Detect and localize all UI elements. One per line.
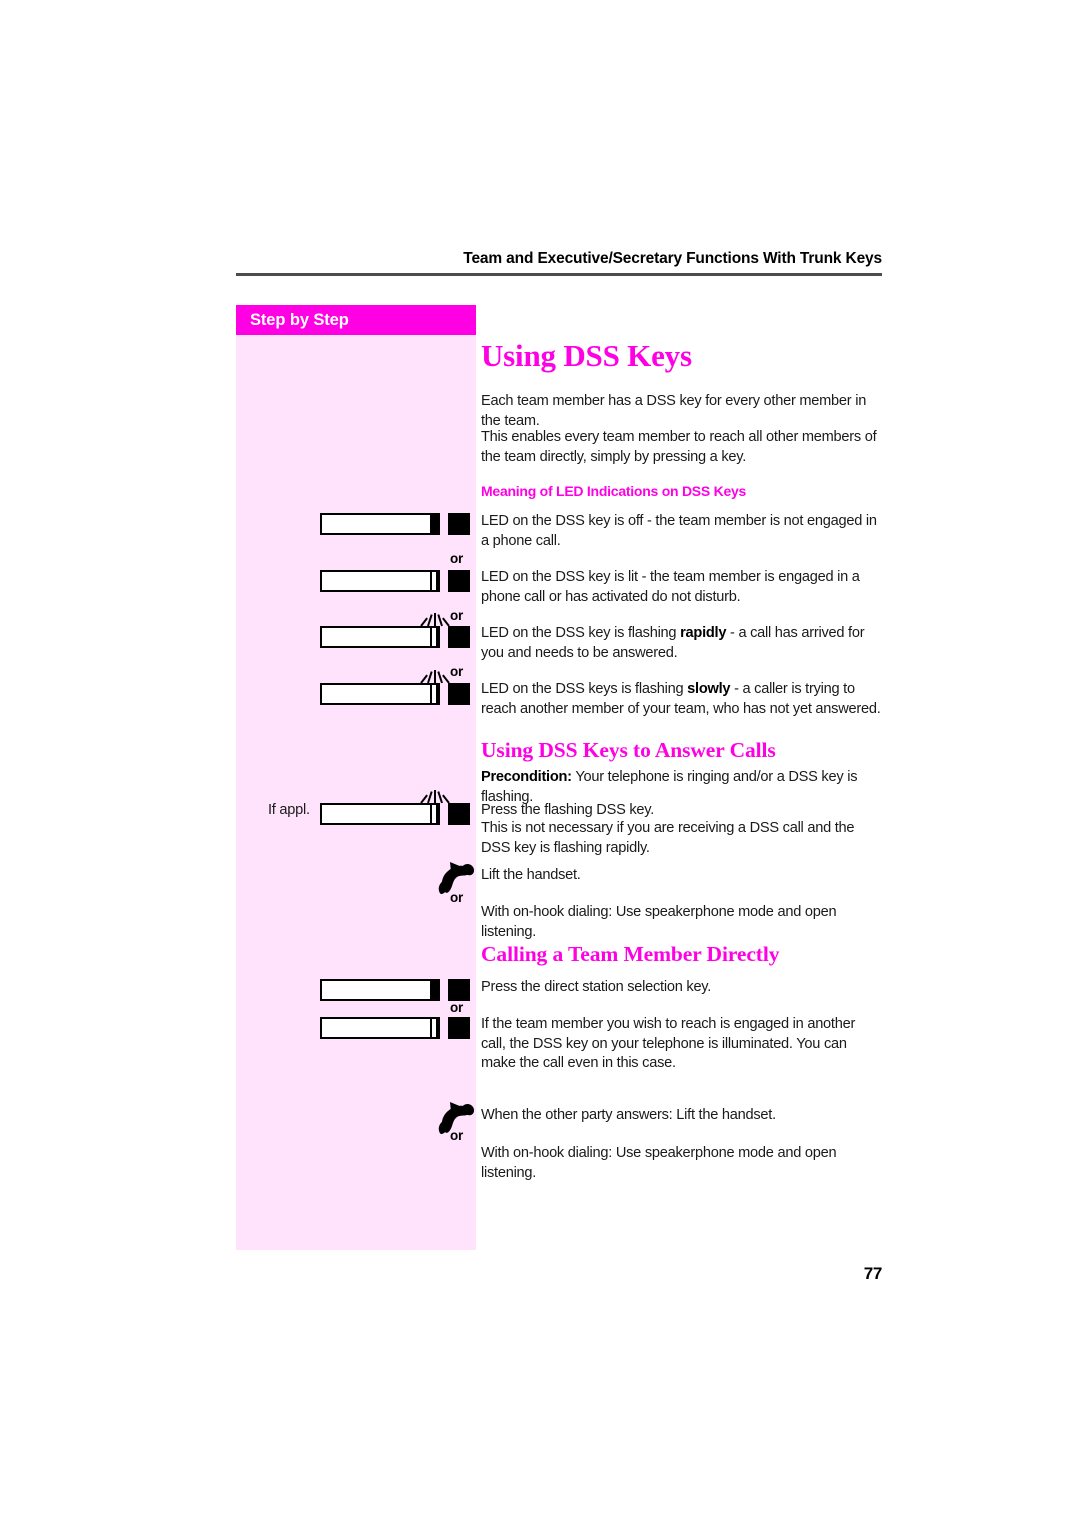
led-indications-subheading: Meaning of LED Indications on DSS Keys bbox=[481, 483, 747, 499]
led-row-4-text-before: LED on the DSS keys is flashing bbox=[481, 681, 688, 697]
key-label-block bbox=[448, 570, 470, 592]
led-row-text-1: LED on the DSS key is off - the team mem… bbox=[481, 512, 879, 551]
led-row-4-emphasis: slowly bbox=[687, 681, 731, 697]
led-row-3-text-before: LED on the DSS key is flashing bbox=[481, 625, 681, 641]
on-hook-dialing-text-2: With on-hook dialing: Use speakerphone m… bbox=[481, 1145, 837, 1181]
page-number: 77 bbox=[863, 1264, 883, 1283]
dss-key-icon-led-flashing-slow bbox=[320, 670, 470, 705]
key-label-block bbox=[448, 513, 470, 535]
key-label-block bbox=[448, 683, 470, 705]
header-divider-rule bbox=[236, 273, 882, 276]
dss-key-icon-flashing-answer bbox=[320, 790, 470, 825]
or-connector-1: or bbox=[450, 551, 464, 566]
intro-paragraph-1: Each team member has a DSS key for every… bbox=[481, 393, 867, 429]
lift-handset-text: Lift the handset. bbox=[481, 867, 581, 883]
flash-sparkle-icon bbox=[418, 610, 452, 627]
key-body bbox=[320, 626, 440, 648]
on-hook-dialing-text-1: With on-hook dialing: Use speakerphone m… bbox=[481, 904, 837, 940]
led-row-2-text: LED on the DSS key is lit - the team mem… bbox=[481, 569, 860, 605]
key-body bbox=[320, 803, 440, 825]
press-direct-station-text: Press the direct station selection key. bbox=[481, 979, 712, 995]
other-party-answers-text: When the other party answers: Lift the h… bbox=[481, 1107, 776, 1123]
flash-sparkle-icon bbox=[418, 667, 452, 684]
key-body bbox=[320, 979, 440, 1001]
flash-sparkle-icon bbox=[418, 787, 452, 804]
if-applicable-label: If appl. bbox=[268, 802, 310, 818]
engaged-in-another-call-text: If the team member you wish to reach is … bbox=[481, 1016, 856, 1071]
key-label-block bbox=[448, 979, 470, 1001]
precondition-label: Precondition: bbox=[481, 769, 572, 785]
led-indicator bbox=[430, 572, 438, 590]
led-row-text-2: LED on the DSS key is lit - the team mem… bbox=[481, 568, 881, 607]
led-indicator bbox=[430, 628, 438, 646]
dss-key-icon-led-flashing-rapid bbox=[320, 613, 470, 648]
key-body bbox=[320, 570, 440, 592]
running-header: Team and Executive/Secretary Functions W… bbox=[236, 250, 882, 276]
running-header-title: Team and Executive/Secretary Functions W… bbox=[463, 250, 882, 267]
section-title-calling-team-member: Calling a Team Member Directly bbox=[481, 942, 780, 966]
led-indicator bbox=[430, 805, 438, 823]
dss-key-icon-led-off bbox=[320, 509, 470, 535]
key-body bbox=[320, 683, 440, 705]
page-title: Using DSS Keys bbox=[481, 338, 692, 373]
led-row-3-emphasis: rapidly bbox=[680, 625, 727, 641]
or-connector-4: or bbox=[450, 890, 464, 905]
key-body bbox=[320, 1017, 440, 1039]
led-row-1-text: LED on the DSS key is off - the team mem… bbox=[481, 513, 877, 549]
dss-key-icon-direct-station-lit bbox=[320, 1013, 470, 1039]
document-page: Team and Executive/Secretary Functions W… bbox=[0, 0, 1080, 1528]
press-flashing-dss-text: Press the flashing DSS key. bbox=[481, 802, 655, 818]
dss-key-icon-led-lit bbox=[320, 566, 470, 592]
led-indicator bbox=[430, 1019, 438, 1037]
press-flashing-dss-note: This is not necessary if you are receivi… bbox=[481, 820, 855, 856]
led-indicator bbox=[430, 685, 438, 703]
key-body bbox=[320, 513, 440, 535]
dss-key-icon-direct-station bbox=[320, 975, 470, 1001]
led-indicator bbox=[430, 981, 438, 999]
sidebar-header-label: Step by Step bbox=[250, 311, 349, 329]
key-label-block bbox=[448, 803, 470, 825]
led-indicator bbox=[430, 515, 438, 533]
led-row-text-3: LED on the DSS key is flashing rapidly -… bbox=[481, 624, 881, 663]
key-label-block bbox=[448, 626, 470, 648]
or-connector-6: or bbox=[450, 1128, 464, 1143]
section-title-answer-calls: Using DSS Keys to Answer Calls bbox=[481, 738, 776, 762]
intro-paragraph-2: This enables every team member to reach … bbox=[481, 429, 877, 465]
key-label-block bbox=[448, 1017, 470, 1039]
led-row-text-4: LED on the DSS keys is flashing slowly -… bbox=[481, 680, 882, 719]
